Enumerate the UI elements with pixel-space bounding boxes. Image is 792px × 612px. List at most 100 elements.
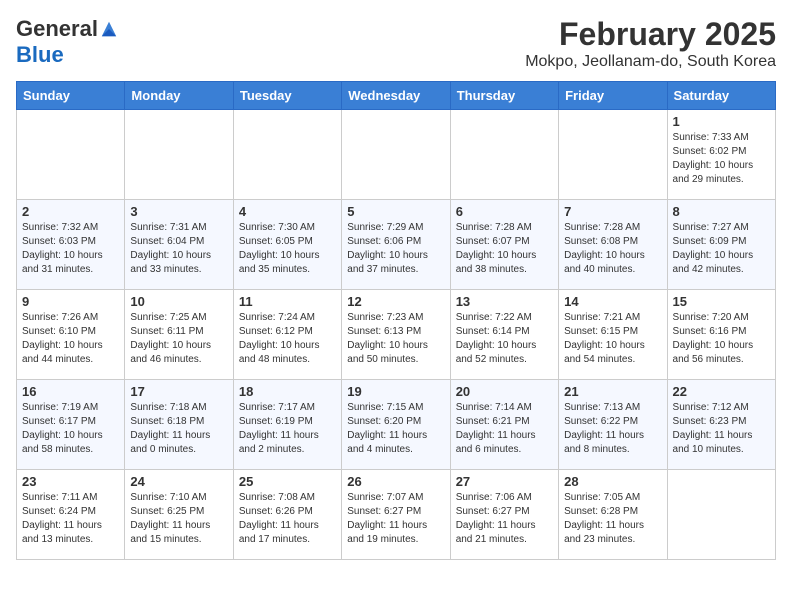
- day-info: Sunrise: 7:19 AM Sunset: 6:17 PM Dayligh…: [22, 401, 119, 457]
- day-info: Sunrise: 7:31 AM Sunset: 6:04 PM Dayligh…: [130, 221, 227, 277]
- day-info: Sunrise: 7:24 AM Sunset: 6:12 PM Dayligh…: [239, 311, 336, 367]
- calendar-cell: [559, 110, 667, 200]
- calendar-cell: 13 Sunrise: 7:22 AM Sunset: 6:14 PM Dayli…: [450, 290, 558, 380]
- calendar-cell: 25 Sunrise: 7:08 AM Sunset: 6:26 PM Dayli…: [233, 470, 341, 560]
- week-row-3: 9 Sunrise: 7:26 AM Sunset: 6:10 PM Daylig…: [17, 290, 776, 380]
- calendar-cell: [342, 110, 450, 200]
- calendar-cell: 10 Sunrise: 7:25 AM Sunset: 6:11 PM Dayli…: [125, 290, 233, 380]
- day-number: 7: [564, 204, 661, 219]
- day-number: 17: [130, 384, 227, 399]
- calendar-cell: 20 Sunrise: 7:14 AM Sunset: 6:21 PM Dayli…: [450, 380, 558, 470]
- day-number: 5: [347, 204, 444, 219]
- calendar-cell: 6 Sunrise: 7:28 AM Sunset: 6:07 PM Daylig…: [450, 200, 558, 290]
- week-row-5: 23Sunrise: 7:11 AM Sunset: 6:24 PM Dayli…: [17, 470, 776, 560]
- day-info: Sunrise: 7:29 AM Sunset: 6:06 PM Dayligh…: [347, 221, 444, 277]
- week-row-1: 1 Sunrise: 7:33 AM Sunset: 6:02 PM Daylig…: [17, 110, 776, 200]
- day-number: 4: [239, 204, 336, 219]
- page-header: General Blue February 2025 Mokpo, Jeolla…: [16, 16, 776, 71]
- day-info: Sunrise: 7:14 AM Sunset: 6:21 PM Dayligh…: [456, 401, 553, 457]
- day-number: 11: [239, 294, 336, 309]
- calendar-cell: [667, 470, 775, 560]
- calendar-cell: [125, 110, 233, 200]
- calendar-title: February 2025: [525, 16, 776, 53]
- logo-general-text: General: [16, 16, 98, 42]
- calendar-cell: 16 Sunrise: 7:19 AM Sunset: 6:17 PM Dayli…: [17, 380, 125, 470]
- day-number: 25: [239, 474, 336, 489]
- week-row-2: 2Sunrise: 7:32 AM Sunset: 6:03 PM Daylig…: [17, 200, 776, 290]
- day-info: Sunrise: 7:05 AM Sunset: 6:28 PM Dayligh…: [564, 491, 661, 547]
- title-block: February 2025 Mokpo, Jeollanam-do, South…: [525, 16, 776, 71]
- calendar-cell: 15 Sunrise: 7:20 AM Sunset: 6:16 PM Dayli…: [667, 290, 775, 380]
- calendar-cell: 12 Sunrise: 7:23 AM Sunset: 6:13 PM Dayli…: [342, 290, 450, 380]
- weekday-header-row: SundayMondayTuesdayWednesdayThursdayFrid…: [17, 82, 776, 110]
- calendar-cell: 7Sunrise: 7:28 AM Sunset: 6:08 PM Daylig…: [559, 200, 667, 290]
- calendar-cell: [233, 110, 341, 200]
- calendar-cell: 14 Sunrise: 7:21 AM Sunset: 6:15 PM Dayli…: [559, 290, 667, 380]
- day-number: 12: [347, 294, 444, 309]
- day-info: Sunrise: 7:22 AM Sunset: 6:14 PM Dayligh…: [456, 311, 553, 367]
- day-number: 8: [673, 204, 770, 219]
- day-info: Sunrise: 7:11 AM Sunset: 6:24 PM Dayligh…: [22, 491, 119, 547]
- day-info: Sunrise: 7:12 AM Sunset: 6:23 PM Dayligh…: [673, 401, 770, 457]
- day-number: 15: [673, 294, 770, 309]
- day-info: Sunrise: 7:25 AM Sunset: 6:11 PM Dayligh…: [130, 311, 227, 367]
- day-info: Sunrise: 7:07 AM Sunset: 6:27 PM Dayligh…: [347, 491, 444, 547]
- day-info: Sunrise: 7:23 AM Sunset: 6:13 PM Dayligh…: [347, 311, 444, 367]
- day-info: Sunrise: 7:08 AM Sunset: 6:26 PM Dayligh…: [239, 491, 336, 547]
- day-info: Sunrise: 7:27 AM Sunset: 6:09 PM Dayligh…: [673, 221, 770, 277]
- calendar-cell: 18 Sunrise: 7:17 AM Sunset: 6:19 PM Dayli…: [233, 380, 341, 470]
- calendar-cell: 22 Sunrise: 7:12 AM Sunset: 6:23 PM Dayli…: [667, 380, 775, 470]
- weekday-header-tuesday: Tuesday: [233, 82, 341, 110]
- day-info: Sunrise: 7:26 AM Sunset: 6:10 PM Dayligh…: [22, 311, 119, 367]
- day-info: Sunrise: 7:21 AM Sunset: 6:15 PM Dayligh…: [564, 311, 661, 367]
- day-number: 28: [564, 474, 661, 489]
- calendar-cell: 28 Sunrise: 7:05 AM Sunset: 6:28 PM Dayli…: [559, 470, 667, 560]
- calendar-cell: 3 Sunrise: 7:31 AM Sunset: 6:04 PM Daylig…: [125, 200, 233, 290]
- day-number: 2: [22, 204, 119, 219]
- weekday-header-thursday: Thursday: [450, 82, 558, 110]
- day-number: 1: [673, 114, 770, 129]
- weekday-header-saturday: Saturday: [667, 82, 775, 110]
- calendar-cell: 9 Sunrise: 7:26 AM Sunset: 6:10 PM Daylig…: [17, 290, 125, 380]
- day-info: Sunrise: 7:15 AM Sunset: 6:20 PM Dayligh…: [347, 401, 444, 457]
- day-info: Sunrise: 7:17 AM Sunset: 6:19 PM Dayligh…: [239, 401, 336, 457]
- day-number: 26: [347, 474, 444, 489]
- calendar-cell: 5 Sunrise: 7:29 AM Sunset: 6:06 PM Daylig…: [342, 200, 450, 290]
- calendar-cell: [450, 110, 558, 200]
- day-info: Sunrise: 7:13 AM Sunset: 6:22 PM Dayligh…: [564, 401, 661, 457]
- day-info: Sunrise: 7:06 AM Sunset: 6:27 PM Dayligh…: [456, 491, 553, 547]
- day-info: Sunrise: 7:20 AM Sunset: 6:16 PM Dayligh…: [673, 311, 770, 367]
- day-number: 21: [564, 384, 661, 399]
- weekday-header-friday: Friday: [559, 82, 667, 110]
- day-number: 10: [130, 294, 227, 309]
- day-number: 22: [673, 384, 770, 399]
- calendar-cell: 19 Sunrise: 7:15 AM Sunset: 6:20 PM Dayli…: [342, 380, 450, 470]
- day-number: 18: [239, 384, 336, 399]
- calendar-cell: 1 Sunrise: 7:33 AM Sunset: 6:02 PM Daylig…: [667, 110, 775, 200]
- day-number: 24: [130, 474, 227, 489]
- calendar-subtitle: Mokpo, Jeollanam-do, South Korea: [525, 53, 776, 71]
- day-info: Sunrise: 7:18 AM Sunset: 6:18 PM Dayligh…: [130, 401, 227, 457]
- day-number: 9: [22, 294, 119, 309]
- day-info: Sunrise: 7:28 AM Sunset: 6:07 PM Dayligh…: [456, 221, 553, 277]
- calendar-cell: 24 Sunrise: 7:10 AM Sunset: 6:25 PM Dayli…: [125, 470, 233, 560]
- day-number: 16: [22, 384, 119, 399]
- calendar-cell: 4Sunrise: 7:30 AM Sunset: 6:05 PM Daylig…: [233, 200, 341, 290]
- calendar-cell: 17 Sunrise: 7:18 AM Sunset: 6:18 PM Dayli…: [125, 380, 233, 470]
- calendar-cell: [17, 110, 125, 200]
- day-number: 20: [456, 384, 553, 399]
- weekday-header-wednesday: Wednesday: [342, 82, 450, 110]
- calendar-cell: 23Sunrise: 7:11 AM Sunset: 6:24 PM Dayli…: [17, 470, 125, 560]
- logo: General Blue: [16, 16, 118, 68]
- day-number: 27: [456, 474, 553, 489]
- day-number: 19: [347, 384, 444, 399]
- day-number: 3: [130, 204, 227, 219]
- day-number: 14: [564, 294, 661, 309]
- day-info: Sunrise: 7:10 AM Sunset: 6:25 PM Dayligh…: [130, 491, 227, 547]
- day-info: Sunrise: 7:33 AM Sunset: 6:02 PM Dayligh…: [673, 131, 770, 187]
- day-number: 6: [456, 204, 553, 219]
- day-number: 13: [456, 294, 553, 309]
- calendar-table: SundayMondayTuesdayWednesdayThursdayFrid…: [16, 81, 776, 560]
- calendar-cell: 27 Sunrise: 7:06 AM Sunset: 6:27 PM Dayli…: [450, 470, 558, 560]
- logo-blue-text: Blue: [16, 42, 64, 67]
